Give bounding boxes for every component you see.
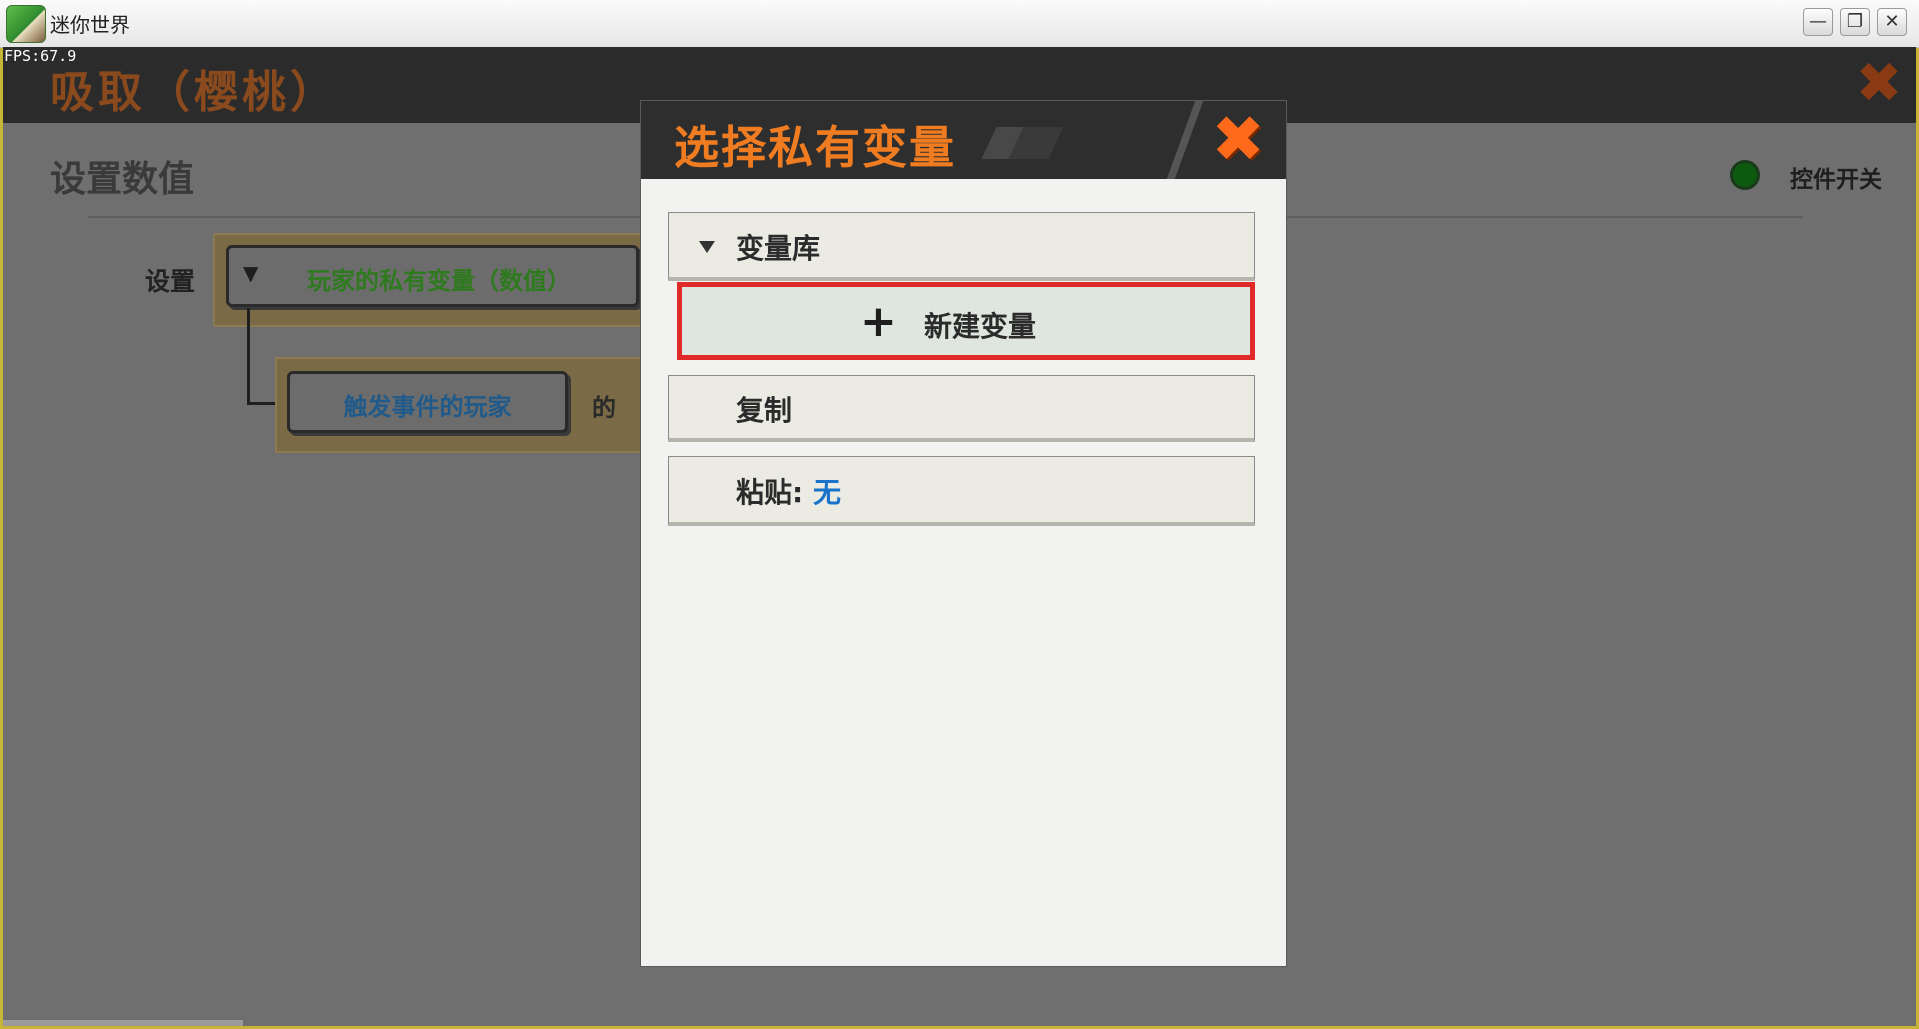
new-variable-label: 新建变量: [924, 310, 1037, 343]
trigger-title: 吸取（樱桃）: [50, 67, 338, 118]
new-variable-button[interactable]: + 新建变量: [677, 282, 1255, 360]
window-titlebar: 迷你世界 — ❐ ✕: [0, 0, 1919, 48]
variable-block-label: 玩家的私有变量（数值）: [307, 267, 571, 295]
toggle-indicator-icon[interactable]: [1730, 160, 1760, 190]
variable-library-toggle[interactable]: 变量库: [668, 212, 1255, 281]
dialog-title: 选择私有变量: [674, 121, 957, 174]
trigger-block-label: 触发事件的玩家: [343, 393, 512, 421]
close-icon[interactable]: ✖: [1850, 55, 1908, 113]
scroll-indicator: [3, 1020, 243, 1026]
app-icon: [6, 5, 46, 43]
paste-value: 无: [812, 476, 841, 509]
toggle-label[interactable]: 控件开关: [1790, 160, 1882, 194]
copy-button[interactable]: 复制: [668, 375, 1255, 442]
of-label: 的: [592, 394, 616, 422]
close-icon[interactable]: ✖: [1203, 107, 1273, 173]
minimize-button[interactable]: —: [1803, 8, 1833, 36]
trigger-player-selector[interactable]: 触发事件的玩家: [287, 371, 568, 433]
window-title: 迷你世界: [50, 13, 130, 37]
plus-icon: +: [860, 296, 897, 347]
variable-selector[interactable]: ▼ 玩家的私有变量（数值）: [226, 245, 639, 307]
set-label: 设置: [145, 267, 196, 296]
close-window-button[interactable]: ✕: [1877, 8, 1907, 36]
dialog-header: 选择私有变量 ✖: [641, 101, 1286, 179]
paste-button[interactable]: 粘贴: 无: [668, 456, 1255, 526]
select-private-variable-dialog: 选择私有变量 ✖ 变量库 + 新建变量 复制 粘贴: 无: [640, 100, 1287, 967]
triangle-down-icon: [699, 241, 715, 253]
library-label: 变量库: [736, 232, 821, 265]
restore-button[interactable]: ❐: [1840, 8, 1870, 36]
connector-line: [247, 308, 250, 405]
section-title: 设置数值: [50, 159, 195, 200]
header-decoration: [1166, 101, 1204, 179]
paste-label: 粘贴:: [736, 476, 804, 509]
copy-label: 复制: [736, 394, 793, 427]
chevron-down-icon: ▼: [243, 261, 259, 285]
